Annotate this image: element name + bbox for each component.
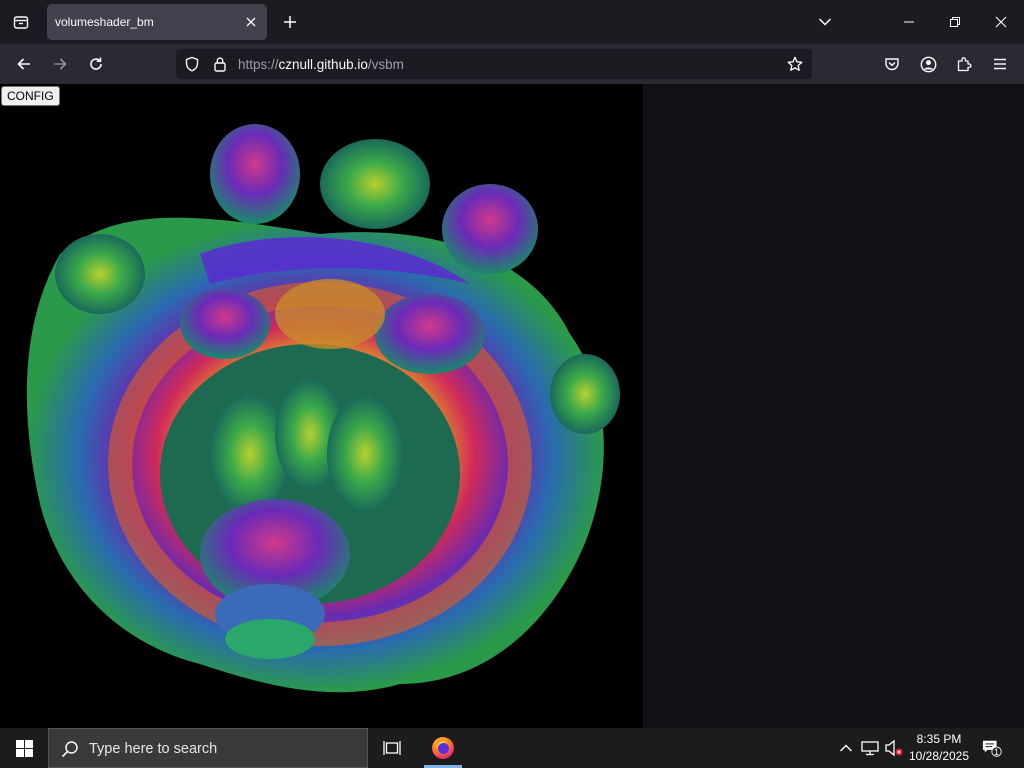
restore-button[interactable] xyxy=(932,0,978,44)
hamburger-icon xyxy=(994,58,1006,70)
windows-taskbar: Type here to search 8:35 PM 10/28/2025 1 xyxy=(0,728,1024,768)
minimize-icon xyxy=(904,21,914,23)
minimize-button[interactable] xyxy=(886,0,932,44)
url-prefix: https:// xyxy=(238,57,279,72)
clock-time: 8:35 PM xyxy=(916,732,962,746)
notification-count: 1 xyxy=(994,747,1000,757)
search-placeholder: Type here to search xyxy=(89,741,218,757)
network-button[interactable] xyxy=(860,738,880,758)
clock-date: 10/28/2025 xyxy=(908,749,970,763)
page-content: CONFIG xyxy=(0,84,1024,728)
navigation-toolbar: https://cznull.github.io/vsbm xyxy=(0,44,1024,84)
close-icon xyxy=(246,17,256,27)
account-icon xyxy=(920,56,936,72)
tab-close-button[interactable] xyxy=(243,13,259,31)
new-tab-button[interactable] xyxy=(278,10,302,34)
back-button[interactable] xyxy=(10,50,38,78)
extensions-button[interactable] xyxy=(950,50,978,78)
task-view-button[interactable] xyxy=(369,728,415,768)
account-button[interactable] xyxy=(914,50,942,78)
render-canvas[interactable]: CONFIG xyxy=(0,84,643,728)
extensions-icon xyxy=(957,57,972,72)
network-icon xyxy=(861,741,879,756)
save-to-pocket-button[interactable] xyxy=(878,50,906,78)
volume-muted-icon xyxy=(885,739,903,757)
window-close-button[interactable] xyxy=(978,0,1024,44)
tracking-protection-button[interactable] xyxy=(184,56,200,72)
action-center-button[interactable]: 1 xyxy=(982,738,1002,758)
show-hidden-icons-button[interactable] xyxy=(836,738,856,758)
lock-icon xyxy=(214,57,226,72)
site-info-button[interactable] xyxy=(212,56,228,72)
taskbar-firefox[interactable] xyxy=(420,728,466,768)
chevron-up-icon xyxy=(840,744,852,752)
shield-icon xyxy=(185,56,199,72)
volume-button[interactable] xyxy=(884,738,904,758)
chevron-down-icon xyxy=(818,18,832,26)
taskbar-search-box[interactable]: Type here to search xyxy=(48,728,368,768)
plus-icon xyxy=(284,16,296,28)
url-path: /vsbm xyxy=(367,57,404,72)
url-text[interactable]: https://cznull.github.io/vsbm xyxy=(238,57,404,72)
tab-strip: volumeshader_bm xyxy=(0,0,1024,44)
restore-icon xyxy=(950,17,960,27)
bookmark-button[interactable] xyxy=(787,56,803,72)
tab-list-icon xyxy=(13,16,29,29)
forward-icon xyxy=(54,58,67,70)
list-all-tabs-button[interactable] xyxy=(812,10,838,34)
close-icon xyxy=(995,16,1007,28)
url-bar[interactable]: https://cznull.github.io/vsbm xyxy=(176,49,812,79)
tab-title: volumeshader_bm xyxy=(55,15,154,29)
tab-list-button[interactable] xyxy=(8,8,34,36)
fractal-image xyxy=(26,124,620,693)
taskbar-clock[interactable]: 8:35 PM 10/28/2025 xyxy=(906,731,972,765)
forward-button[interactable] xyxy=(46,50,74,78)
star-icon xyxy=(787,56,803,71)
config-button[interactable]: CONFIG xyxy=(1,86,60,106)
task-view-icon xyxy=(383,741,401,755)
app-menu-button[interactable] xyxy=(986,50,1014,78)
firefox-icon xyxy=(432,737,454,759)
reload-icon xyxy=(90,57,102,70)
tab-active[interactable]: volumeshader_bm xyxy=(47,4,267,40)
reload-button[interactable] xyxy=(82,50,110,78)
url-host: cznull.github.io xyxy=(278,57,368,72)
back-icon xyxy=(17,58,30,70)
windows-logo-icon xyxy=(15,739,33,757)
start-button[interactable] xyxy=(0,728,48,768)
pocket-icon xyxy=(885,58,899,71)
search-icon xyxy=(61,741,78,758)
